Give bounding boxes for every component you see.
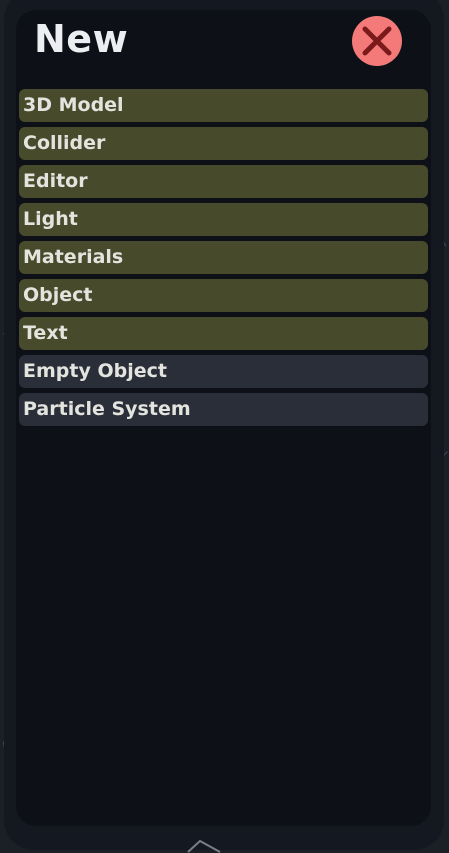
menu-item-empty-object[interactable]: Empty Object: [19, 355, 428, 388]
close-button[interactable]: [352, 16, 402, 66]
close-icon: [362, 26, 392, 56]
dialog-title: New: [34, 17, 129, 61]
menu-item-particle-system[interactable]: Particle System: [19, 393, 428, 426]
menu-item-materials[interactable]: Materials: [19, 241, 428, 274]
background-gizmo-arrow: [187, 839, 221, 853]
menu-item-collider[interactable]: Collider: [19, 127, 428, 160]
menu-item-light[interactable]: Light: [19, 203, 428, 236]
object-type-menu: 3D Model Collider Editor Light Materials…: [19, 89, 428, 431]
menu-item-object[interactable]: Object: [19, 279, 428, 312]
menu-item-text[interactable]: Text: [19, 317, 428, 350]
menu-item-3d-model[interactable]: 3D Model: [19, 89, 428, 122]
menu-item-editor[interactable]: Editor: [19, 165, 428, 198]
